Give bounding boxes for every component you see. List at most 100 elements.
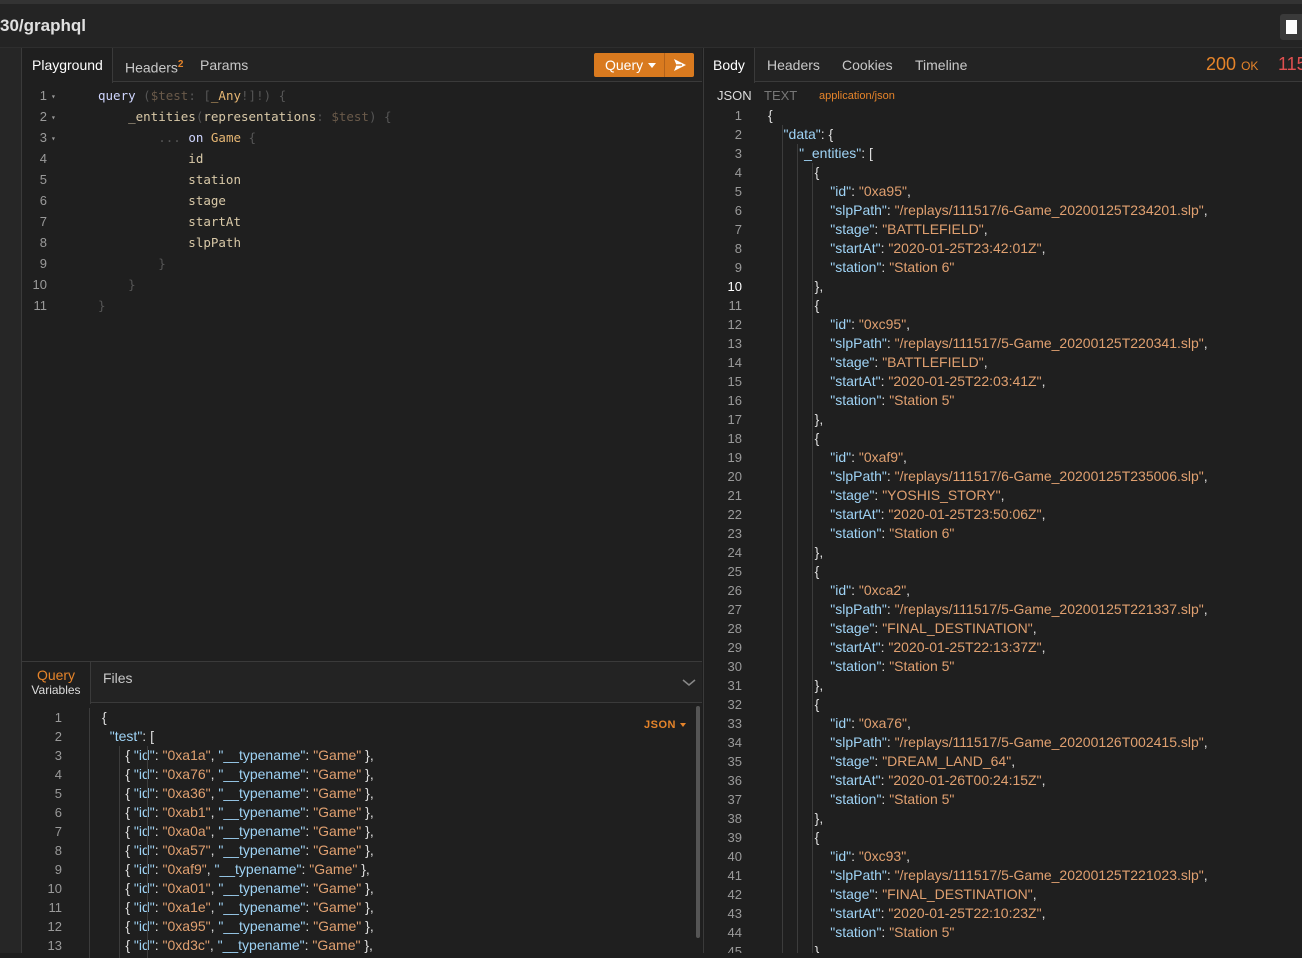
format-text[interactable]: TEXT xyxy=(764,88,797,103)
code-line: { xyxy=(768,106,773,125)
line-number: 11 xyxy=(728,298,743,313)
fold-arrow-icon[interactable]: ▾ xyxy=(51,128,56,149)
code-line: { "id": "0xa76", "__typename": "Game" }, xyxy=(102,765,373,784)
line-number: 33 xyxy=(727,716,742,731)
line-number: 30 xyxy=(727,659,742,674)
line-number: 32 xyxy=(727,697,742,712)
code-token: { xyxy=(102,804,134,820)
send-button[interactable] xyxy=(664,53,694,77)
code-token: : xyxy=(316,109,332,124)
code-token: "0xa76" xyxy=(162,766,211,782)
tab-headers-label: Headers xyxy=(125,59,178,76)
line-number: 6 xyxy=(54,805,62,820)
tab-timeline[interactable]: Timeline xyxy=(915,48,967,82)
code-token: "station" xyxy=(768,525,882,541)
code-token: }, xyxy=(768,943,824,953)
code-token: "slpPath" xyxy=(768,601,887,617)
code-token: "test" xyxy=(102,728,143,744)
line-number: 10 xyxy=(47,881,62,896)
line-number: 39 xyxy=(727,830,742,845)
code-token: "station" xyxy=(768,259,882,275)
variables-scrollbar[interactable] xyxy=(696,706,700,938)
code-line: station xyxy=(98,169,241,190)
code-token: { xyxy=(768,107,773,123)
code-token: "0xa01" xyxy=(162,880,211,896)
code-token: "/replays/111517/5-Game_20200125T221337.… xyxy=(894,601,1204,617)
tab-files[interactable]: Files xyxy=(103,662,133,703)
code-line: "startAt": "2020-01-25T23:42:01Z", xyxy=(768,239,1045,258)
caret-down-icon xyxy=(648,63,656,68)
tab-query-variables[interactable]: Query Variables xyxy=(22,662,91,704)
fold-arrow-icon[interactable]: ▾ xyxy=(51,86,56,107)
code-token: : xyxy=(154,785,163,801)
line-number: 3 xyxy=(39,130,47,145)
code-token: startAt xyxy=(98,214,241,229)
code-token: "__typename" xyxy=(218,899,306,915)
status-text: OK xyxy=(1241,59,1259,73)
chevron-down-icon[interactable] xyxy=(682,676,696,690)
query-button[interactable]: Query xyxy=(594,53,694,77)
code-token: "Station 6" xyxy=(889,525,955,541)
code-token: "slpPath" xyxy=(768,734,887,750)
tab-headers[interactable]: Headers2 xyxy=(125,48,183,82)
code-token: , xyxy=(903,449,907,465)
code-token: : { xyxy=(820,126,834,142)
indent-guide xyxy=(89,708,90,958)
code-line: "stage": "FINAL_DESTINATION", xyxy=(768,885,1036,904)
tab-cookies[interactable]: Cookies xyxy=(842,48,893,82)
code-token: "/replays/111517/5-Game_20200126T002415.… xyxy=(894,734,1204,750)
fold-arrow-icon[interactable]: ▾ xyxy=(51,107,56,128)
code-token: "2020-01-25T23:50:06Z" xyxy=(888,506,1042,522)
code-token: "id" xyxy=(768,582,852,598)
variables-editor[interactable]: 1 {2 "test": [3 { "id": "0xa1a", "__typen… xyxy=(22,708,692,958)
code-token: "0xa95" xyxy=(162,918,211,934)
variables-tabs: Query Variables Files xyxy=(22,662,702,704)
code-token: }, xyxy=(361,785,374,801)
line-number: 18 xyxy=(727,431,742,446)
format-json[interactable]: JSON xyxy=(717,88,752,103)
code-line: "id": "0xc95", xyxy=(768,315,910,334)
code-token: , xyxy=(1203,867,1208,883)
query-type-dropdown[interactable]: Query xyxy=(594,53,664,77)
code-token: "id" xyxy=(133,842,155,858)
code-token: "Game" xyxy=(312,937,361,953)
headers-count-badge: 2 xyxy=(177,59,184,70)
code-token: { xyxy=(102,842,134,858)
tab-body[interactable]: Body xyxy=(704,48,755,83)
code-line: { "id": "0xaf9", "__typename": "Game" }, xyxy=(102,860,370,879)
query-editor[interactable]: 1 ▾ query ($test: [_Any!]!) {2 ▾ _entities(… xyxy=(22,85,702,655)
line-number: 10 xyxy=(727,279,742,294)
code-token: id xyxy=(98,151,204,166)
tab-playground[interactable]: Playground xyxy=(22,48,113,83)
code-token: , xyxy=(1041,240,1046,256)
code-token: : xyxy=(154,918,163,934)
response-tabs: Body Headers Cookies Timeline 200 OK 115 xyxy=(704,48,1302,83)
line-number: 22 xyxy=(727,507,742,522)
query-button-label: Query xyxy=(605,57,644,73)
code-token: "0xd3c" xyxy=(162,937,210,953)
code-line: query ($test: [_Any!]!) { xyxy=(98,85,286,106)
line-number: 44 xyxy=(727,925,742,940)
document-icon[interactable] xyxy=(1280,14,1302,40)
code-token: , xyxy=(906,316,911,332)
code-token: , xyxy=(1011,753,1016,769)
tab-params[interactable]: Params xyxy=(200,48,248,82)
url-text[interactable]: 30/graphql xyxy=(0,16,86,36)
code-token: "startAt" xyxy=(768,506,881,522)
code-token: , xyxy=(906,715,911,731)
code-line: { "id": "0xa95", "__typename": "Game" }, xyxy=(102,917,373,936)
code-line: "id": "0xc93", xyxy=(768,847,910,866)
code-token: "Game" xyxy=(313,899,362,915)
line-number: 36 xyxy=(727,773,742,788)
code-token: "stage" xyxy=(768,753,875,769)
code-token: "/replays/111517/6-Game_20200125T235006.… xyxy=(894,468,1204,484)
code-token: "2020-01-25T22:03:41Z" xyxy=(888,373,1042,389)
code-token: "startAt" xyxy=(768,240,881,256)
response-viewer[interactable]: 1{2 "data": {3 "_entities": [4 {5 "id": … xyxy=(704,106,1302,953)
code-token: "id" xyxy=(133,861,155,877)
line-number: 4 xyxy=(39,151,47,166)
code-line: { xyxy=(102,708,107,727)
tab-response-headers[interactable]: Headers xyxy=(767,48,820,82)
code-line: "id": "0xca2", xyxy=(768,581,910,600)
response-panel: Body Headers Cookies Timeline 200 OK 115… xyxy=(703,48,1302,953)
